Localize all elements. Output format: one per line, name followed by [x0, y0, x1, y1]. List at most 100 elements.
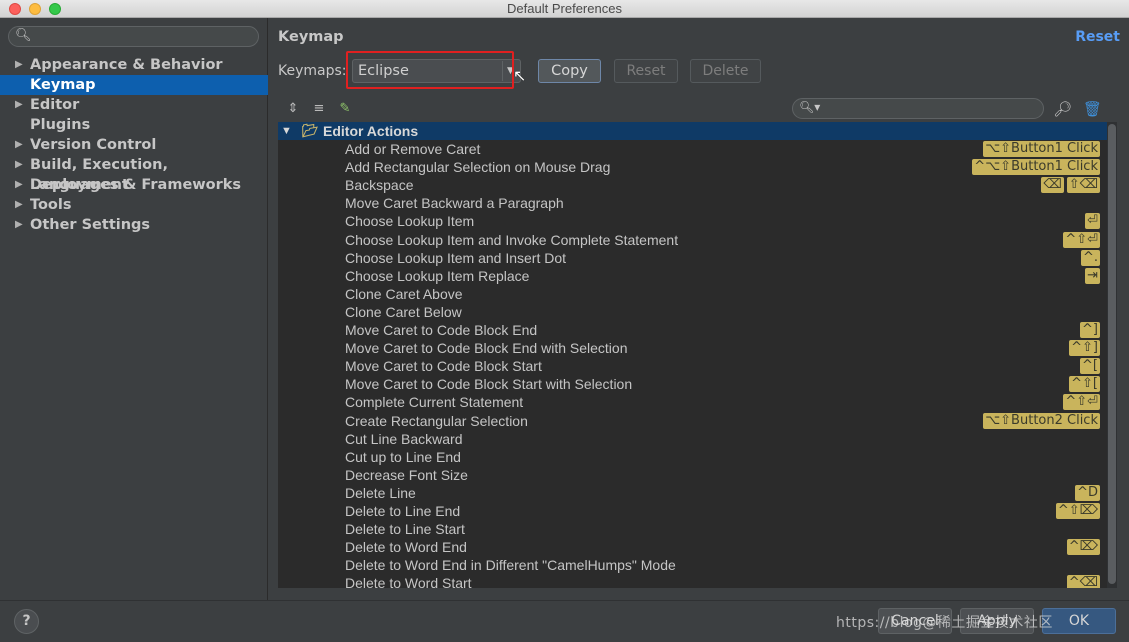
action-name: Choose Lookup Item and Insert Dot — [345, 249, 567, 266]
sidebar-item[interactable]: ▶ Tools — [0, 195, 268, 215]
action-row[interactable]: Clone Caret Above — [278, 285, 1108, 303]
action-name: Delete to Line Start — [345, 521, 465, 538]
action-name: Choose Lookup Item and Invoke Complete S… — [345, 231, 679, 248]
action-name: Clone Caret Below — [345, 303, 462, 320]
scrollbar-thumb[interactable] — [1108, 124, 1116, 584]
shortcut-badge: ⌥⇧Button2 Click — [983, 412, 1100, 429]
shortcut-group: ^⇧⏎ — [1063, 394, 1100, 411]
sidebar-item-label: Keymap — [30, 77, 96, 93]
watermark-text: https://blog@稀土掘金技术社区 — [836, 615, 1053, 631]
delete-button[interactable]: Delete — [690, 59, 761, 83]
shortcut-badge: ^[ — [1080, 358, 1100, 375]
action-row[interactable]: Delete to Word End in Different "CamelHu… — [278, 556, 1108, 574]
action-row[interactable]: Backspace ⌫ ⇧⌫ — [278, 176, 1108, 194]
expand-arrow-icon[interactable]: ▼ — [281, 122, 292, 140]
action-name: Move Caret Backward a Paragraph — [345, 195, 564, 212]
expand-arrow-icon[interactable]: ▶ — [15, 195, 23, 215]
action-name: Decrease Font Size — [345, 466, 468, 483]
sidebar-item-label: Other Settings — [30, 217, 151, 233]
action-name: Delete to Word End — [345, 539, 467, 556]
sidebar-item[interactable]: ▶ Other Settings — [0, 215, 268, 235]
expand-arrow-icon[interactable]: ▶ — [15, 55, 23, 75]
find-shortcut-icon[interactable]: 🔎︎ — [1053, 100, 1072, 118]
sidebar-item[interactable]: ▶ Build, Execution, Deployment — [0, 155, 268, 193]
action-name: Clone Caret Above — [345, 285, 463, 302]
action-row[interactable]: Complete Current Statement ^⇧⏎ — [278, 393, 1108, 411]
expand-arrow-icon[interactable]: ▶ — [15, 175, 23, 195]
reset-link[interactable]: Reset — [1075, 29, 1120, 45]
action-row[interactable]: Move Caret to Code Block Start with Sele… — [278, 375, 1108, 393]
shortcut-badge: ^. — [1080, 249, 1100, 266]
action-row[interactable]: Choose Lookup Item ⏎ — [278, 212, 1108, 230]
settings-sidebar: 🔍︎ ▶ Appearance & Behavior Keymap ▶ Editor Pl… — [0, 18, 268, 600]
shortcut-badge: ⌫ — [1041, 177, 1064, 194]
keymap-panel: Keymap Reset Keymaps: Eclipse ▼ ↖︎ Copy … — [269, 18, 1129, 600]
action-row[interactable]: Delete to Word End ^⌦ — [278, 538, 1108, 556]
action-row[interactable]: Add or Remove Caret ⌥⇧Button1 Click — [278, 140, 1108, 158]
scrollbar[interactable] — [1107, 122, 1117, 588]
highlight-box — [346, 51, 514, 89]
action-row[interactable]: Choose Lookup Item and Insert Dot ^. — [278, 249, 1108, 267]
action-row[interactable]: Move Caret to Code Block End ^] — [278, 321, 1108, 339]
action-row[interactable]: Create Rectangular Selection ⌥⇧Button2 Cl… — [278, 412, 1108, 430]
action-row[interactable]: Delete to Line Start — [278, 520, 1108, 538]
expand-arrow-icon[interactable]: ▶ — [15, 155, 23, 175]
action-name: Move Caret to Code Block Start — [345, 358, 542, 375]
action-name: Cut Line Backward — [345, 430, 463, 447]
action-row[interactable]: Cut Line Backward — [278, 430, 1108, 448]
group-row[interactable]: ▼ 📂︎ Editor Actions — [278, 122, 1108, 140]
shortcut-badge: ^⇧⏎ — [1063, 231, 1100, 248]
action-row[interactable]: Decrease Font Size — [278, 466, 1108, 484]
expand-all-icon[interactable]: ⇕ — [285, 101, 301, 117]
action-name: Move Caret to Code Block End with Select… — [345, 340, 628, 357]
action-name: Delete Line — [345, 484, 416, 501]
page-title: Keymap — [278, 29, 344, 45]
help-button[interactable]: ? — [14, 609, 39, 634]
shortcut-group: ^. — [1080, 249, 1100, 266]
action-row[interactable]: Delete Line ^D — [278, 484, 1108, 502]
action-row[interactable]: Move Caret to Code Block End with Select… — [278, 339, 1108, 357]
action-row[interactable]: Add Rectangular Selection on Mouse Drag ^… — [278, 158, 1108, 176]
window-title: Default Preferences — [507, 1, 622, 16]
sidebar-item[interactable]: ▶ Appearance & Behavior — [0, 55, 268, 75]
shortcut-badge: ⌥⇧Button1 Click — [983, 141, 1100, 157]
action-name: Move Caret to Code Block End — [345, 322, 538, 338]
action-row[interactable]: Clone Caret Below — [278, 303, 1108, 321]
edit-icon[interactable]: ✎ — [337, 101, 353, 117]
ok-button[interactable]: OK — [1042, 608, 1116, 634]
sidebar-item[interactable]: ▶ Languages & Frameworks — [0, 175, 268, 195]
shortcut-group: ^D — [1075, 484, 1100, 501]
trash-icon[interactable]: 🗑︎ — [1083, 100, 1102, 118]
sidebar-item[interactable]: Plugins — [0, 115, 268, 135]
expand-arrow-icon[interactable]: ▶ — [15, 135, 23, 155]
mouse-cursor-icon: ↖︎ — [513, 66, 527, 85]
action-search-input[interactable]: 🔍︎▾ — [792, 98, 1044, 119]
sidebar-item[interactable]: ▶ Version Control — [0, 135, 268, 155]
action-row[interactable]: Move Caret Backward a Paragraph — [278, 194, 1108, 212]
shortcut-badge: ^⌥⇧Button1 Click — [972, 159, 1100, 176]
keymap-action-list: ▼ 📂︎ Editor Actions Add or Remove Caret ⌥… — [278, 122, 1108, 588]
shortcut-badge: ^] — [1080, 322, 1100, 338]
sidebar-item[interactable]: ▶ Editor — [0, 95, 268, 115]
action-row[interactable]: Move Caret to Code Block Start ^[ — [278, 357, 1108, 375]
action-name: Delete to Line End — [345, 503, 461, 519]
reset-button[interactable]: Reset — [614, 59, 678, 83]
action-row[interactable]: Choose Lookup Item Replace ⇥ — [278, 267, 1108, 285]
shortcut-group: ⌥⇧Button1 Click — [983, 141, 1100, 157]
sidebar-item[interactable]: Keymap — [0, 75, 268, 95]
action-row[interactable]: Cut up to Line End — [278, 448, 1108, 466]
collapse-all-icon[interactable]: ≡ — [311, 101, 327, 117]
action-row[interactable]: Delete to Line End ^⇧⌦ — [278, 502, 1108, 520]
expand-arrow-icon[interactable]: ▶ — [15, 95, 23, 115]
expand-arrow-icon[interactable]: ▶ — [15, 215, 23, 235]
search-icon: 🔍︎ — [15, 28, 32, 43]
settings-search-input[interactable]: 🔍︎ — [8, 26, 259, 47]
shortcut-badge: ⏎ — [1085, 213, 1100, 230]
action-row[interactable]: Delete to Word Start ^⌫ — [278, 574, 1108, 588]
shortcut-group: ⇥ — [1085, 267, 1100, 284]
sidebar-item-label: Appearance & Behavior — [30, 57, 223, 73]
copy-button[interactable]: Copy — [538, 59, 601, 83]
keymaps-label: Keymaps: — [278, 63, 347, 79]
action-row[interactable]: Choose Lookup Item and Invoke Complete S… — [278, 231, 1108, 249]
sidebar-item-label: Editor — [30, 97, 80, 113]
